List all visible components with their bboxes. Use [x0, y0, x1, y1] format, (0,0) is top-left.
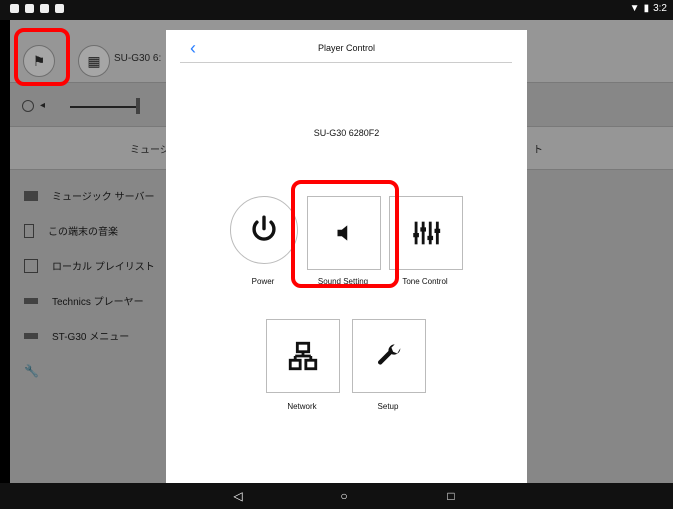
- tone-control-button[interactable]: [389, 196, 463, 270]
- power-icon: [252, 215, 276, 241]
- setup-label: Setup: [377, 402, 399, 411]
- status-icons-left: [10, 4, 64, 13]
- recent-square-icon[interactable]: □: [443, 488, 459, 504]
- wifi-icon: ▼: [629, 3, 640, 14]
- power-button[interactable]: [230, 196, 298, 264]
- tone-control-control: Tone Control: [389, 196, 463, 286]
- equalizer-icon: [413, 221, 441, 245]
- power-control: Power: [230, 196, 298, 286]
- modal-device-name: SU-G30 6280F2: [313, 128, 380, 138]
- wrench-icon: [378, 344, 401, 365]
- setup-button[interactable]: [352, 319, 426, 393]
- battery-icon: ▮: [643, 3, 650, 14]
- notification-icon: [10, 4, 19, 13]
- network-label: Network: [287, 402, 317, 411]
- setup-control: Setup: [352, 319, 426, 411]
- sound-setting-highlight: [291, 180, 399, 288]
- modal-title: Player Control: [317, 43, 376, 53]
- status-bar: ▼ ▮ 3:2: [0, 0, 673, 20]
- notification-icon: [40, 4, 49, 13]
- status-time: 3:2: [653, 3, 667, 14]
- player-control-modal: ‹ Player Control SU-G30 6280F2 Power Sou…: [166, 30, 527, 483]
- network-control: Network: [266, 319, 340, 411]
- back-triangle-icon[interactable]: ◁: [230, 488, 246, 504]
- notification-icon: [55, 4, 64, 13]
- network-icon: [288, 341, 318, 371]
- divider: [180, 62, 512, 63]
- system-navigation-bar: ◁ ○ □: [0, 483, 673, 509]
- player-control-button-highlight: [14, 28, 70, 86]
- status-icons-right: ▼ ▮ 3:2: [630, 3, 667, 14]
- home-circle-icon[interactable]: ○: [336, 488, 352, 504]
- notification-icon: [25, 4, 34, 13]
- network-button[interactable]: [266, 319, 340, 393]
